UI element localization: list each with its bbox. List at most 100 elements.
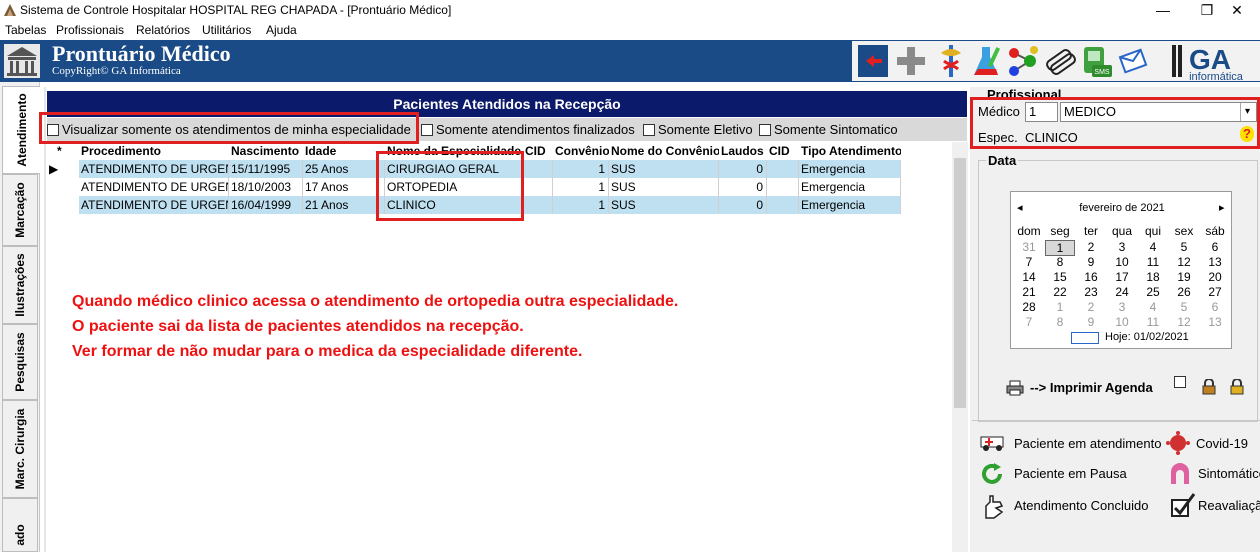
- grid-column-header[interactable]: Procedimento: [79, 142, 229, 160]
- lock-icon[interactable]: [1202, 379, 1216, 395]
- grid-cell[interactable]: Emergencia: [799, 196, 901, 214]
- grid-cell[interactable]: [523, 178, 553, 196]
- calendar-day[interactable]: 20: [1200, 270, 1230, 284]
- menu-ajuda[interactable]: Ajuda: [266, 23, 297, 37]
- grid-column-header[interactable]: Nome do Convênio: [609, 142, 719, 160]
- menu-profissionais[interactable]: Profissionais: [56, 23, 124, 37]
- calendar-day[interactable]: 25: [1138, 285, 1168, 299]
- calendar-day[interactable]: 13: [1200, 315, 1230, 329]
- filter-finalized-checkbox[interactable]: Somente atendimentos finalizados: [421, 122, 635, 137]
- calendar-day[interactable]: 6: [1200, 300, 1230, 314]
- printer-icon[interactable]: [1006, 380, 1024, 396]
- calendar-day[interactable]: 9: [1076, 255, 1106, 269]
- scrollbar-thumb[interactable]: [954, 158, 966, 408]
- medical-cross-icon[interactable]: [894, 41, 928, 81]
- row-selector[interactable]: [47, 178, 77, 196]
- lock-icon[interactable]: [1230, 379, 1244, 395]
- calendar-day[interactable]: 7: [1014, 255, 1044, 269]
- grid-cell[interactable]: 0: [719, 160, 767, 178]
- grid-scrollbar[interactable]: [952, 142, 968, 552]
- grid-cell[interactable]: 1: [553, 196, 609, 214]
- grid-cell[interactable]: 1: [553, 178, 609, 196]
- calendar-day[interactable]: 27: [1200, 285, 1230, 299]
- minimize-button[interactable]: —: [1140, 0, 1186, 20]
- calendar-day[interactable]: 4: [1138, 300, 1168, 314]
- grid-cell[interactable]: 16/04/1999: [229, 196, 303, 214]
- caduceus-icon[interactable]: [934, 41, 968, 81]
- grid-cell[interactable]: ATENDIMENTO DE URGEN: [79, 178, 229, 196]
- row-selector-current[interactable]: ▶: [47, 160, 77, 178]
- menu-relatorios[interactable]: Relatórios: [136, 23, 190, 37]
- calendar-day[interactable]: 5: [1169, 240, 1199, 254]
- calendar-next-button[interactable]: ▸: [1219, 201, 1225, 214]
- today-label[interactable]: Hoje: 01/02/2021: [1105, 331, 1189, 343]
- grid-cell[interactable]: [767, 196, 799, 214]
- calendar-day[interactable]: 6: [1200, 240, 1230, 254]
- calendar-day[interactable]: 11: [1138, 315, 1168, 329]
- grid-cell[interactable]: [767, 160, 799, 178]
- tab-marc-cirurgia[interactable]: Marc. Cirurgia: [2, 400, 38, 498]
- back-arrow-icon[interactable]: [856, 41, 890, 81]
- grid-cell[interactable]: SUS: [609, 196, 719, 214]
- calendar-day[interactable]: 9: [1076, 315, 1106, 329]
- tab-atendimento[interactable]: Atendimento: [2, 86, 40, 174]
- grid-column-header[interactable]: Convênio: [553, 142, 609, 160]
- lab-flask-icon[interactable]: [970, 41, 1004, 81]
- calendar-day[interactable]: 8: [1045, 315, 1075, 329]
- grid-cell[interactable]: 15/11/1995: [229, 160, 303, 178]
- grid-cell[interactable]: 17 Anos: [303, 178, 385, 196]
- calendar-day[interactable]: 4: [1138, 240, 1168, 254]
- tab-partial[interactable]: ado: [2, 498, 38, 552]
- calendar-day[interactable]: 11: [1138, 255, 1168, 269]
- grid-cell[interactable]: 18/10/2003: [229, 178, 303, 196]
- bandage-icon[interactable]: [1042, 41, 1076, 81]
- calendar-day[interactable]: 3: [1107, 300, 1137, 314]
- grid-cell[interactable]: 1: [553, 160, 609, 178]
- grid-cell[interactable]: 25 Anos: [303, 160, 385, 178]
- grid-cell[interactable]: 21 Anos: [303, 196, 385, 214]
- calendar-day[interactable]: 10: [1107, 315, 1137, 329]
- close-button[interactable]: ✕: [1214, 0, 1260, 20]
- calendar-day[interactable]: 7: [1014, 315, 1044, 329]
- row-selector[interactable]: [47, 196, 77, 214]
- tab-ilustracoes[interactable]: Ilustrações: [2, 246, 38, 324]
- menu-tabelas[interactable]: Tabelas: [5, 23, 46, 37]
- calendar-day[interactable]: 16: [1076, 270, 1106, 284]
- calendar-day[interactable]: 19: [1169, 270, 1199, 284]
- grid-cell[interactable]: SUS: [609, 160, 719, 178]
- calendar-day[interactable]: 13: [1200, 255, 1230, 269]
- grid-column-header[interactable]: Idade: [303, 142, 385, 160]
- grid-cell[interactable]: Emergencia: [799, 160, 901, 178]
- grid-column-header[interactable]: CID: [767, 142, 799, 160]
- calendar-day[interactable]: 5: [1169, 300, 1199, 314]
- grid-cell[interactable]: [523, 196, 553, 214]
- molecule-icon[interactable]: [1006, 41, 1040, 81]
- grid-column-header[interactable]: Tipo Atendimento: [799, 142, 901, 160]
- calendar-day[interactable]: 28: [1014, 300, 1044, 314]
- grid-cell[interactable]: 0: [719, 178, 767, 196]
- calendar-day[interactable]: 17: [1107, 270, 1137, 284]
- grid-cell[interactable]: 0: [719, 196, 767, 214]
- calendar-day[interactable]: 2: [1076, 300, 1106, 314]
- grid-column-header[interactable]: Laudos: [719, 142, 767, 160]
- print-agenda-checkbox[interactable]: [1174, 376, 1186, 388]
- email-send-icon[interactable]: [1116, 41, 1150, 81]
- menu-utilitarios[interactable]: Utilitários: [202, 23, 251, 37]
- calendar-day[interactable]: 24: [1107, 285, 1137, 299]
- print-agenda-link[interactable]: --> Imprimir Agenda: [1030, 380, 1153, 395]
- calendar-day[interactable]: 3: [1107, 240, 1137, 254]
- calendar-day[interactable]: 12: [1169, 255, 1199, 269]
- calendar-day[interactable]: 14: [1014, 270, 1044, 284]
- tab-marcacao[interactable]: Marcação: [2, 174, 38, 246]
- calendar-day[interactable]: 10: [1107, 255, 1137, 269]
- calendar-day[interactable]: 12: [1169, 315, 1199, 329]
- calendar-day[interactable]: 8: [1045, 255, 1075, 269]
- grid-cell[interactable]: SUS: [609, 178, 719, 196]
- calendar-day[interactable]: 15: [1045, 270, 1075, 284]
- calendar-day[interactable]: 1: [1045, 300, 1075, 314]
- calendar-day[interactable]: 26: [1169, 285, 1199, 299]
- sms-phone-icon[interactable]: SMS: [1080, 41, 1114, 81]
- grid-column-header[interactable]: CID: [523, 142, 553, 160]
- grid-cell[interactable]: [523, 160, 553, 178]
- tab-pesquisas[interactable]: Pesquisas: [2, 324, 38, 400]
